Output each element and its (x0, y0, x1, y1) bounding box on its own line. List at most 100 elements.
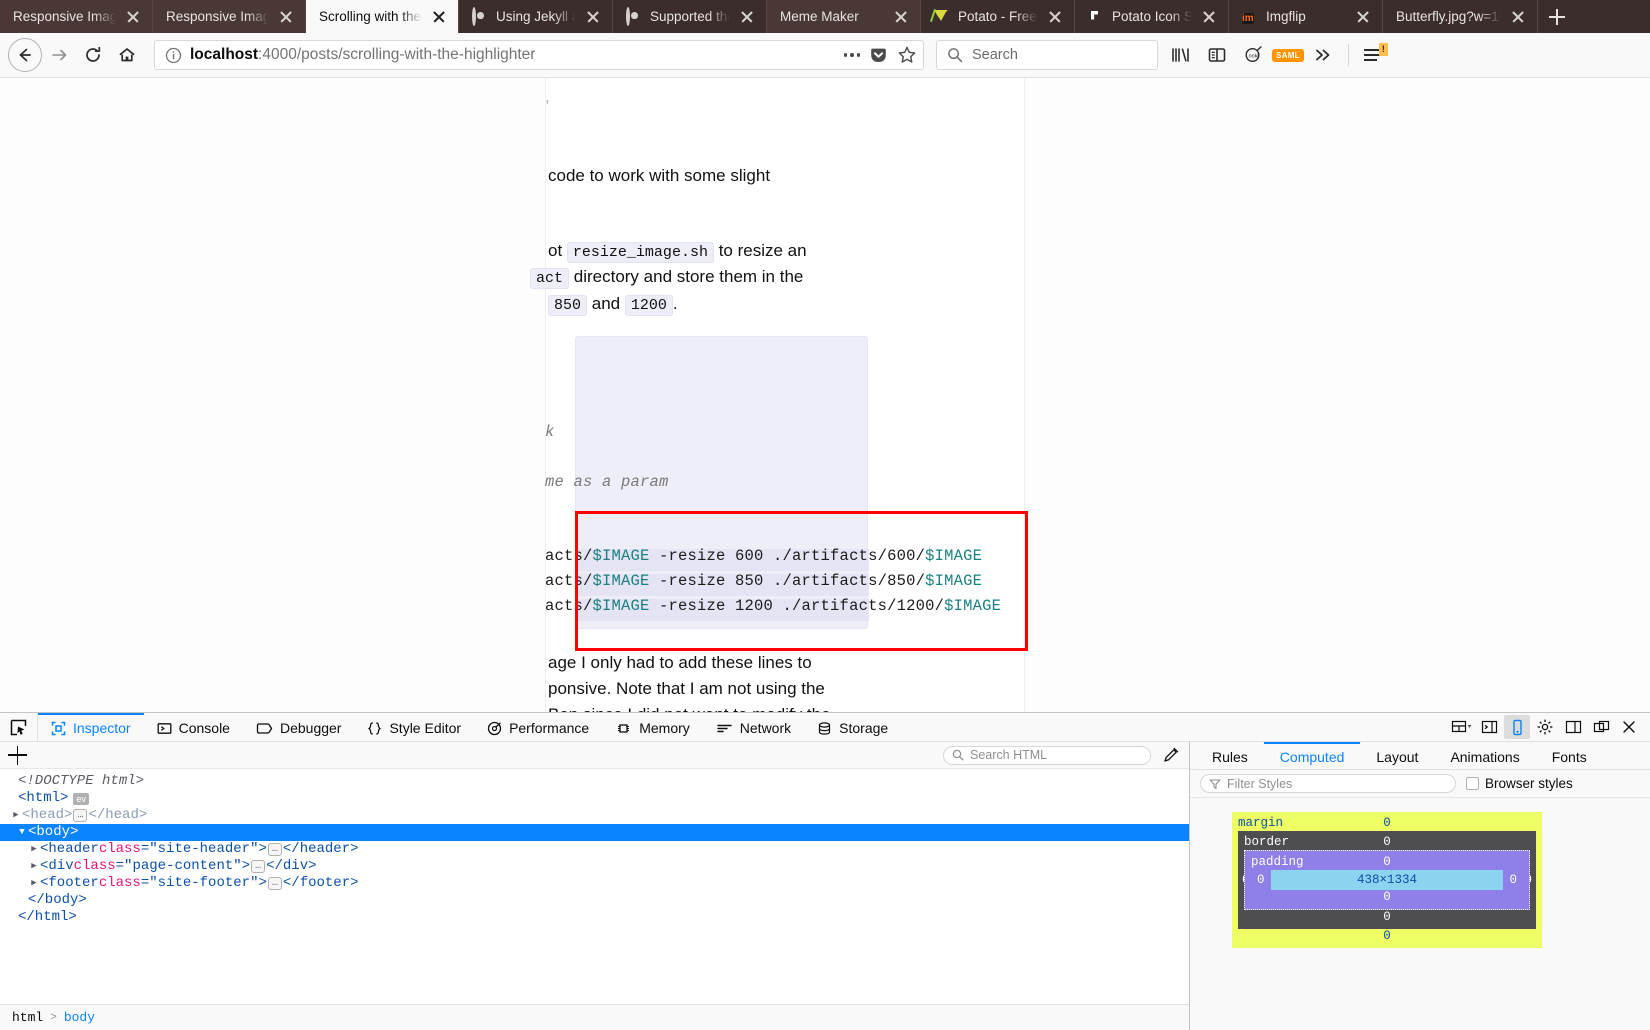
devtools-toolbar-icons[interactable] (1448, 713, 1650, 741)
forward-button[interactable] (42, 38, 76, 72)
devtools-tab-bar[interactable]: Inspector Console Debugger Style Editor … (0, 713, 1650, 742)
browser-tab-8[interactable]: im Imgflip (1229, 0, 1383, 33)
footer-attr-value[interactable]: "site-footer" (149, 875, 258, 892)
tab-fonts[interactable]: Fonts (1536, 742, 1603, 769)
chevron-right-icon[interactable]: ▶ (28, 875, 40, 892)
pocket-icon[interactable]: ooki (1236, 38, 1270, 72)
close-icon[interactable] (1354, 8, 1372, 26)
search-bar[interactable]: Search (936, 40, 1158, 70)
browser-tab-3[interactable]: Using Jekyll as (459, 0, 613, 33)
collapsed-children-icon[interactable]: … (267, 877, 282, 890)
close-icon[interactable] (738, 8, 756, 26)
close-icon[interactable] (1200, 8, 1218, 26)
markup-row-div-page-content[interactable]: ▶ < div class = "page-content" >… </div> (0, 858, 1189, 875)
browser-styles-checkbox-wrap[interactable]: Browser styles (1466, 776, 1573, 791)
close-icon[interactable] (430, 8, 448, 26)
tab-layout[interactable]: Layout (1360, 742, 1434, 769)
div-attr-name[interactable]: class (74, 858, 116, 875)
browser-tab-strip[interactable]: Responsive Images Responsive Images Scro… (0, 0, 1650, 33)
dock-separate-icon[interactable] (1588, 715, 1614, 739)
browser-tab-7[interactable]: Potato Icon Sto (1075, 0, 1229, 33)
header-attr-value[interactable]: "site-header" (149, 841, 258, 858)
tab-debugger[interactable]: Debugger (243, 713, 355, 741)
tab-animations[interactable]: Animations (1434, 742, 1535, 769)
responsive-design-icon[interactable] (1504, 715, 1530, 739)
markup-tree[interactable]: <!DOCTYPE html> <html> ev ▶ <head>… </hea… (0, 769, 1189, 1004)
browser-tab-6[interactable]: Potato - Free fo (921, 0, 1075, 33)
markup-row-html-open[interactable]: <html> ev (0, 790, 1189, 807)
collapsed-children-icon[interactable]: … (73, 809, 88, 822)
library-icon[interactable] (1164, 38, 1198, 72)
console-split-icon[interactable] (1476, 715, 1502, 739)
filter-styles-input[interactable]: Filter Styles (1200, 774, 1456, 793)
element-picker-button[interactable] (0, 713, 38, 741)
search-html-input[interactable]: Search HTML (943, 745, 1151, 765)
box-model-diagram[interactable]: margin 0 0 0 border 0 0 0 (1232, 812, 1542, 948)
devtools-panel[interactable]: Inspector Console Debugger Style Editor … (0, 712, 1650, 1030)
tab-performance[interactable]: Performance (474, 713, 602, 741)
close-icon[interactable] (1509, 8, 1527, 26)
css-sidebar[interactable]: Rules Computed Layout Animations Fonts F… (1190, 742, 1650, 1030)
layout-select-icon[interactable] (1448, 715, 1474, 739)
dock-side-icon[interactable] (1560, 715, 1586, 739)
footer-attr-name[interactable]: class (99, 875, 141, 892)
pocket-save-icon[interactable] (869, 46, 888, 65)
browser-tab-1[interactable]: Responsive Images (153, 0, 306, 33)
css-sidebar-tabs[interactable]: Rules Computed Layout Animations Fonts (1190, 742, 1650, 770)
home-button[interactable] (110, 38, 144, 72)
close-icon[interactable] (277, 8, 295, 26)
sidebar-icon[interactable] (1200, 38, 1234, 72)
tab-style-editor[interactable]: Style Editor (354, 713, 474, 741)
div-attr-value[interactable]: "page-content" (124, 858, 242, 875)
header-attr-name[interactable]: class (99, 841, 141, 858)
tab-computed[interactable]: Computed (1263, 742, 1361, 769)
hamburger-menu-icon[interactable]: ! (1357, 38, 1391, 72)
markup-row-footer[interactable]: ▶ < footer class = "site-footer" >… </footer> (0, 875, 1189, 892)
browser-tab-0[interactable]: Responsive Images (0, 0, 153, 33)
browser-tab-9[interactable]: Butterfly.jpg?w=100 (1383, 0, 1538, 33)
browser-toolbar-right[interactable]: ooki SAML ! (1164, 38, 1391, 72)
add-new-node-button[interactable] (8, 745, 28, 765)
close-icon[interactable] (1616, 715, 1642, 739)
markup-row-head[interactable]: ▶ <head>… </head> (0, 807, 1189, 824)
tab-memory[interactable]: Memory (602, 713, 703, 741)
tab-rules[interactable]: Rules (1196, 742, 1264, 769)
browser-styles-checkbox[interactable] (1466, 777, 1479, 790)
breadcrumb[interactable]: html > body (0, 1004, 1189, 1030)
edit-pencil-icon[interactable] (1159, 745, 1181, 765)
devtools-body[interactable]: Search HTML <!DOCTYPE html> <html> ev ▶ … (0, 742, 1650, 1030)
tab-inspector[interactable]: Inspector (38, 713, 144, 741)
browser-tab-4[interactable]: Supported then (613, 0, 767, 33)
chevron-down-icon[interactable]: ▼ (16, 824, 28, 841)
markup-row-body-close[interactable]: </body> (0, 892, 1189, 909)
bookmark-star-icon[interactable] (897, 45, 917, 65)
markup-row-header[interactable]: ▶ < header class = "site-header" >… </header> (0, 841, 1189, 858)
close-icon[interactable] (124, 8, 142, 26)
overflow-chevrons-icon[interactable] (1306, 38, 1340, 72)
close-icon[interactable] (584, 8, 602, 26)
collapsed-children-icon[interactable]: … (267, 843, 282, 856)
breadcrumb-item-body[interactable]: body (64, 1010, 95, 1025)
event-badge[interactable]: ev (73, 792, 89, 805)
browser-tab-2-active[interactable]: Scrolling with the H (306, 0, 459, 33)
markup-row-html-close[interactable]: </html> (0, 909, 1189, 926)
reload-button[interactable] (76, 38, 110, 72)
tab-storage[interactable]: Storage (804, 713, 901, 741)
page-viewport[interactable]: , code to work with some slight ot resiz… (0, 78, 1650, 712)
markup-row-doctype[interactable]: <!DOCTYPE html> (0, 773, 1189, 790)
markup-toolbar[interactable]: Search HTML (0, 742, 1189, 769)
inspector-markup-pane[interactable]: Search HTML <!DOCTYPE html> <html> ev ▶ … (0, 742, 1190, 1030)
tab-console[interactable]: Console (144, 713, 243, 741)
close-icon[interactable] (892, 8, 910, 26)
chevron-right-icon[interactable]: ▶ (28, 858, 40, 875)
url-bar[interactable]: localhost:4000/posts/scrolling-with-the-… (154, 40, 924, 70)
browser-tab-5[interactable]: Meme Maker (767, 0, 921, 33)
page-actions-icon[interactable] (843, 53, 860, 57)
breadcrumb-item-html[interactable]: html (12, 1010, 43, 1025)
chevron-right-icon[interactable]: ▶ (28, 841, 40, 858)
close-icon[interactable] (1046, 8, 1064, 26)
filter-styles-bar[interactable]: Filter Styles Browser styles (1190, 770, 1650, 798)
collapsed-children-icon[interactable]: … (251, 860, 266, 873)
tab-network[interactable]: Network (703, 713, 804, 741)
markup-row-body-open[interactable]: ▼ <body> (0, 824, 1189, 841)
